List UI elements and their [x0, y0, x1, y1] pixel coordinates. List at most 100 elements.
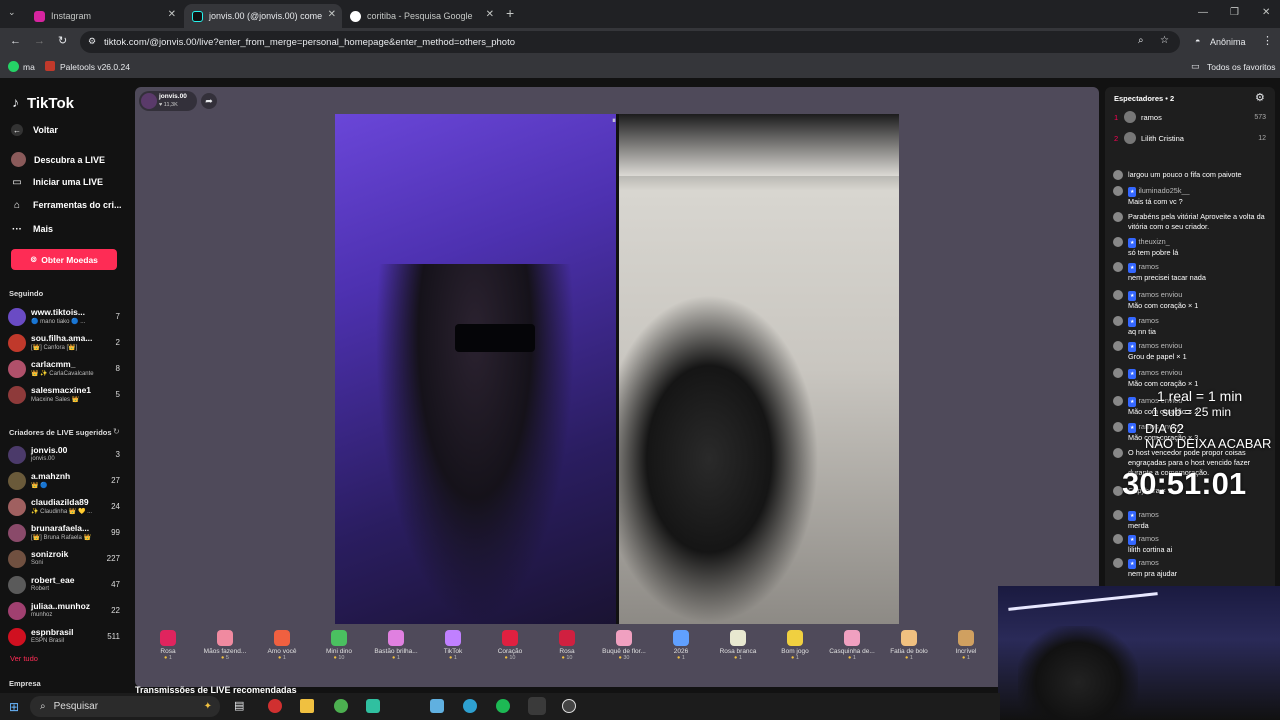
profile-label[interactable]: Anônima — [1210, 37, 1246, 47]
app-icon-1[interactable] — [268, 699, 282, 713]
windows-start-icon[interactable]: ⊞ — [9, 700, 19, 714]
chat-body: ★ ramos nem precisei tacar nada — [1128, 262, 1273, 283]
gift-name: Rosa — [160, 648, 176, 655]
gift-item[interactable]: Buquê de flor... ● 30 — [596, 626, 652, 671]
chrome-icon[interactable] — [334, 699, 348, 713]
new-tab-button[interactable]: + — [506, 5, 514, 21]
chat-username: ramos — [1138, 558, 1159, 567]
gift-item[interactable]: Mini dino ● 10 — [311, 626, 367, 671]
gift-name: Incrível — [955, 648, 977, 655]
account-row[interactable]: carlacmm_ 👑 ✨ CarlaCavalcante 8 — [8, 358, 122, 382]
gift-item[interactable]: Bastão brilha... ● 1 — [368, 626, 424, 671]
nav-discover-live[interactable]: Descubra a LIVE — [11, 152, 105, 167]
chrome-active-icon[interactable] — [528, 697, 546, 715]
host-avatar — [141, 93, 157, 109]
pause-icon[interactable]: ⏸ — [612, 116, 616, 126]
gift-icon — [901, 630, 917, 646]
nav-creator-tools[interactable]: ⌂ Ferramentas do cri... — [11, 199, 122, 211]
bookmark-paletools[interactable]: Paletools v26.0.24 — [60, 62, 130, 72]
creators-title: Criadores de LIVE sugeridos — [9, 428, 112, 437]
tab-tiktok[interactable]: jonvis.00 (@jonvis.00) come ✕ — [184, 4, 342, 28]
folder-app-icon[interactable] — [300, 699, 314, 713]
avatar — [1113, 558, 1123, 568]
forward-icon[interactable]: → — [34, 35, 45, 47]
gift-item[interactable]: Incrível ● 1 — [938, 626, 994, 671]
app-icon-3[interactable] — [430, 699, 444, 713]
nav-start-live[interactable]: ▭ Iniciar uma LIVE — [11, 176, 103, 188]
gift-item[interactable]: Rosa ● 1 — [140, 626, 196, 671]
back-label: Voltar — [33, 125, 58, 135]
gift-item[interactable]: Bom jogo ● 1 — [767, 626, 823, 671]
bookmark-ma[interactable]: ma — [23, 62, 35, 72]
account-row[interactable]: brunarafaela... [👑] Bruna Rafaela 👑 99 — [8, 522, 122, 546]
avatar — [8, 498, 26, 516]
gift-icon — [160, 630, 176, 646]
viewer-row[interactable]: 1 ramos 573 — [1114, 111, 1266, 123]
level-badge-icon: ★ — [1128, 187, 1137, 197]
account-row[interactable]: salesmacxine1 Macxine Sales 👑 5 — [8, 384, 122, 408]
chat-user: ★ ramos enviou — [1128, 290, 1273, 301]
gift-item[interactable]: Fatia de bolo ● 1 — [881, 626, 937, 671]
spotify-icon[interactable] — [496, 699, 510, 713]
app-icon-2[interactable] — [366, 699, 380, 713]
edge-icon[interactable] — [463, 699, 477, 713]
gift-item[interactable]: 2026 ● 1 — [653, 626, 709, 671]
back-link[interactable]: ← Voltar — [11, 124, 58, 136]
get-coins-button[interactable]: ⊚ Obter Moedas — [11, 249, 117, 270]
viewer-row[interactable]: 2 Lilith Cristina 12 — [1114, 132, 1266, 144]
close-window-icon[interactable]: ✕ — [1262, 7, 1270, 18]
back-icon[interactable]: ← — [10, 35, 21, 47]
viewer-rank: 2 — [1114, 133, 1119, 143]
account-row[interactable]: juliaa..munhoz munhoz 22 — [8, 600, 122, 624]
viewer-count: 3 — [115, 450, 120, 459]
nav-more[interactable]: ··· Mais — [11, 223, 53, 235]
account-name: a.mahznh — [31, 471, 71, 481]
obs-icon[interactable] — [562, 699, 576, 713]
account-row[interactable]: www.tiktois... 🔵 mano tiako 🔵 ... 7 — [8, 306, 122, 330]
zoom-icon[interactable]: ⌕ — [1138, 35, 1144, 46]
account-row[interactable]: robert_eae Robert 47 — [8, 574, 122, 598]
account-row[interactable]: espnbrasil ESPN Brasil 511 — [8, 626, 122, 650]
restore-icon[interactable]: ❐ — [1230, 7, 1239, 18]
host-chip[interactable]: jonvis.00 ♥ 11,3K — [139, 91, 197, 111]
gift-item[interactable]: Casquinha de... ● 1 — [824, 626, 880, 671]
account-row[interactable]: sou.filha.ama... [👑] Canfora [👑] 2 — [8, 332, 122, 356]
gift-item[interactable]: TikTok ● 1 — [425, 626, 481, 671]
nav-label: Iniciar uma LIVE — [33, 177, 104, 187]
site-info-icon[interactable]: ⚙ — [88, 36, 96, 47]
gift-item[interactable]: Rosa ● 10 — [539, 626, 595, 671]
share-icon[interactable]: ➦ — [201, 93, 217, 109]
tab-google[interactable]: coritiba - Pesquisa Google ✕ — [342, 4, 500, 28]
refresh-icon[interactable]: ↻ — [113, 427, 120, 436]
tab-instagram[interactable]: Instagram ✕ — [26, 4, 182, 28]
gift-item[interactable]: Mãos fazend... ● 5 — [197, 626, 253, 671]
bookmark-star-icon[interactable]: ☆ — [1160, 35, 1169, 46]
taskbar-search[interactable]: ⌕ Pesquisar ✦ — [30, 696, 220, 717]
account-row[interactable]: a.mahznh 👑 🔵 27 — [8, 470, 122, 494]
account-name: brunarafaela... — [31, 523, 90, 533]
see-all-link[interactable]: Ver tudo — [10, 654, 38, 663]
account-subtitle: Soni — [31, 560, 44, 566]
close-tab-icon[interactable]: ✕ — [168, 9, 176, 20]
avatar — [8, 334, 26, 352]
paletools-icon — [45, 61, 55, 71]
all-bookmarks[interactable]: Todos os favoritos — [1207, 62, 1276, 72]
url-text: tiktok.com/@jonvis.00/live?enter_from_me… — [104, 36, 516, 48]
account-row[interactable]: claudiazilda89 ✨ Claudinha 👑 💛 ... 24 — [8, 496, 122, 520]
gift-item[interactable]: Coração ● 10 — [482, 626, 538, 671]
address-bar[interactable]: ⚙ tiktok.com/@jonvis.00/live?enter_from_… — [80, 31, 1180, 53]
account-row[interactable]: sonizroik Soni 227 — [8, 548, 122, 572]
menu-icon[interactable]: ⋮ — [1262, 34, 1273, 47]
settings-icon[interactable]: ⚙ — [1255, 91, 1265, 104]
sunglasses — [455, 324, 535, 352]
account-row[interactable]: jonvis.00 jonvis.00 3 — [8, 444, 122, 468]
close-tab-icon[interactable]: ✕ — [486, 9, 494, 20]
minimize-icon[interactable]: — — [1198, 7, 1208, 18]
tab-search-icon[interactable]: ⌄ — [8, 7, 16, 18]
reload-icon[interactable]: ↻ — [58, 34, 67, 47]
gift-item[interactable]: Amo você ● 1 — [254, 626, 310, 671]
gift-item[interactable]: Rosa branca ● 1 — [710, 626, 766, 671]
close-tab-icon[interactable]: ✕ — [328, 9, 336, 20]
tiktok-logo[interactable]: TikTok — [27, 95, 74, 112]
task-view-icon[interactable]: ▤ — [234, 699, 244, 712]
